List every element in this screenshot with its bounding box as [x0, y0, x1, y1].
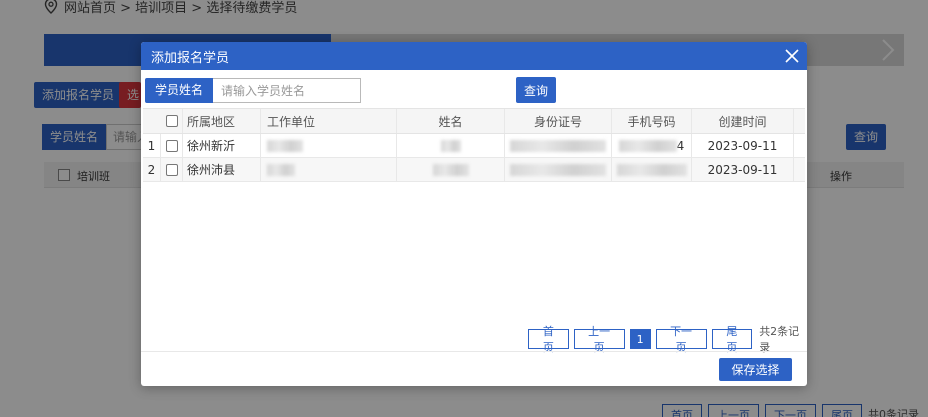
- column-employer[interactable]: 工作单位: [261, 109, 397, 133]
- row-checkbox-cell: [161, 134, 183, 157]
- row-employer-redacted: [261, 134, 397, 157]
- save-selection-button[interactable]: 保存选择: [719, 358, 792, 381]
- first-page-button[interactable]: 首页: [528, 325, 569, 354]
- table-header: 所属地区 工作单位 姓名 身份证号 手机号码 创建时间: [143, 108, 805, 134]
- close-icon[interactable]: [785, 49, 799, 63]
- row-name-redacted: [397, 158, 505, 181]
- last-page-button[interactable]: 尾页: [711, 325, 753, 354]
- row-id-redacted: [505, 158, 612, 181]
- dialog-search-bar: 学员姓名: [145, 78, 362, 103]
- table-row[interactable]: 1 徐州新沂 4 2023-09-11: [143, 134, 805, 158]
- column-region[interactable]: 所属地区: [183, 109, 261, 133]
- row-created: 2023-09-11: [692, 158, 794, 181]
- table-row[interactable]: 2 徐州沛县 2023-09-11: [143, 158, 805, 182]
- row-name-redacted: [397, 134, 505, 157]
- prev-page-button[interactable]: 上一页: [573, 325, 625, 354]
- row-index: 2: [143, 158, 161, 181]
- current-page-button[interactable]: 1: [629, 329, 651, 349]
- row-id-redacted: [505, 134, 612, 157]
- row-created: 2023-09-11: [692, 134, 794, 157]
- add-student-dialog: 添加报名学员 学员姓名 查询 所属地区 工作单位 姓名 身份证号 手机号码 创建…: [141, 42, 807, 386]
- row-region: 徐州沛县: [183, 158, 261, 181]
- dialog-header: 添加报名学员: [141, 42, 807, 70]
- query-button[interactable]: 查询: [516, 77, 556, 103]
- student-name-label: 学员姓名: [145, 78, 214, 103]
- footer-divider: [141, 351, 807, 352]
- column-phone[interactable]: 手机号码: [612, 109, 692, 133]
- row-phone: 4: [612, 134, 692, 157]
- student-name-input[interactable]: [213, 78, 362, 103]
- row-region: 徐州新沂: [183, 134, 261, 157]
- select-all-cell: [161, 109, 183, 133]
- select-all-checkbox[interactable]: [165, 115, 178, 127]
- row-phone-tail: 4: [676, 138, 685, 153]
- row-employer-redacted: [261, 158, 397, 181]
- row-checkbox[interactable]: [165, 163, 178, 176]
- dialog-title: 添加报名学员: [151, 50, 230, 66]
- student-table: 所属地区 工作单位 姓名 身份证号 手机号码 创建时间 1 徐州新沂 4 202…: [143, 108, 805, 184]
- column-name[interactable]: 姓名: [397, 109, 505, 133]
- column-id-number[interactable]: 身份证号: [505, 109, 612, 133]
- next-page-button[interactable]: 下一页: [655, 325, 707, 354]
- row-checkbox-cell: [161, 158, 183, 181]
- row-index: 1: [143, 134, 161, 157]
- row-checkbox[interactable]: [165, 139, 178, 152]
- row-phone: [612, 158, 692, 181]
- column-created[interactable]: 创建时间: [692, 109, 794, 133]
